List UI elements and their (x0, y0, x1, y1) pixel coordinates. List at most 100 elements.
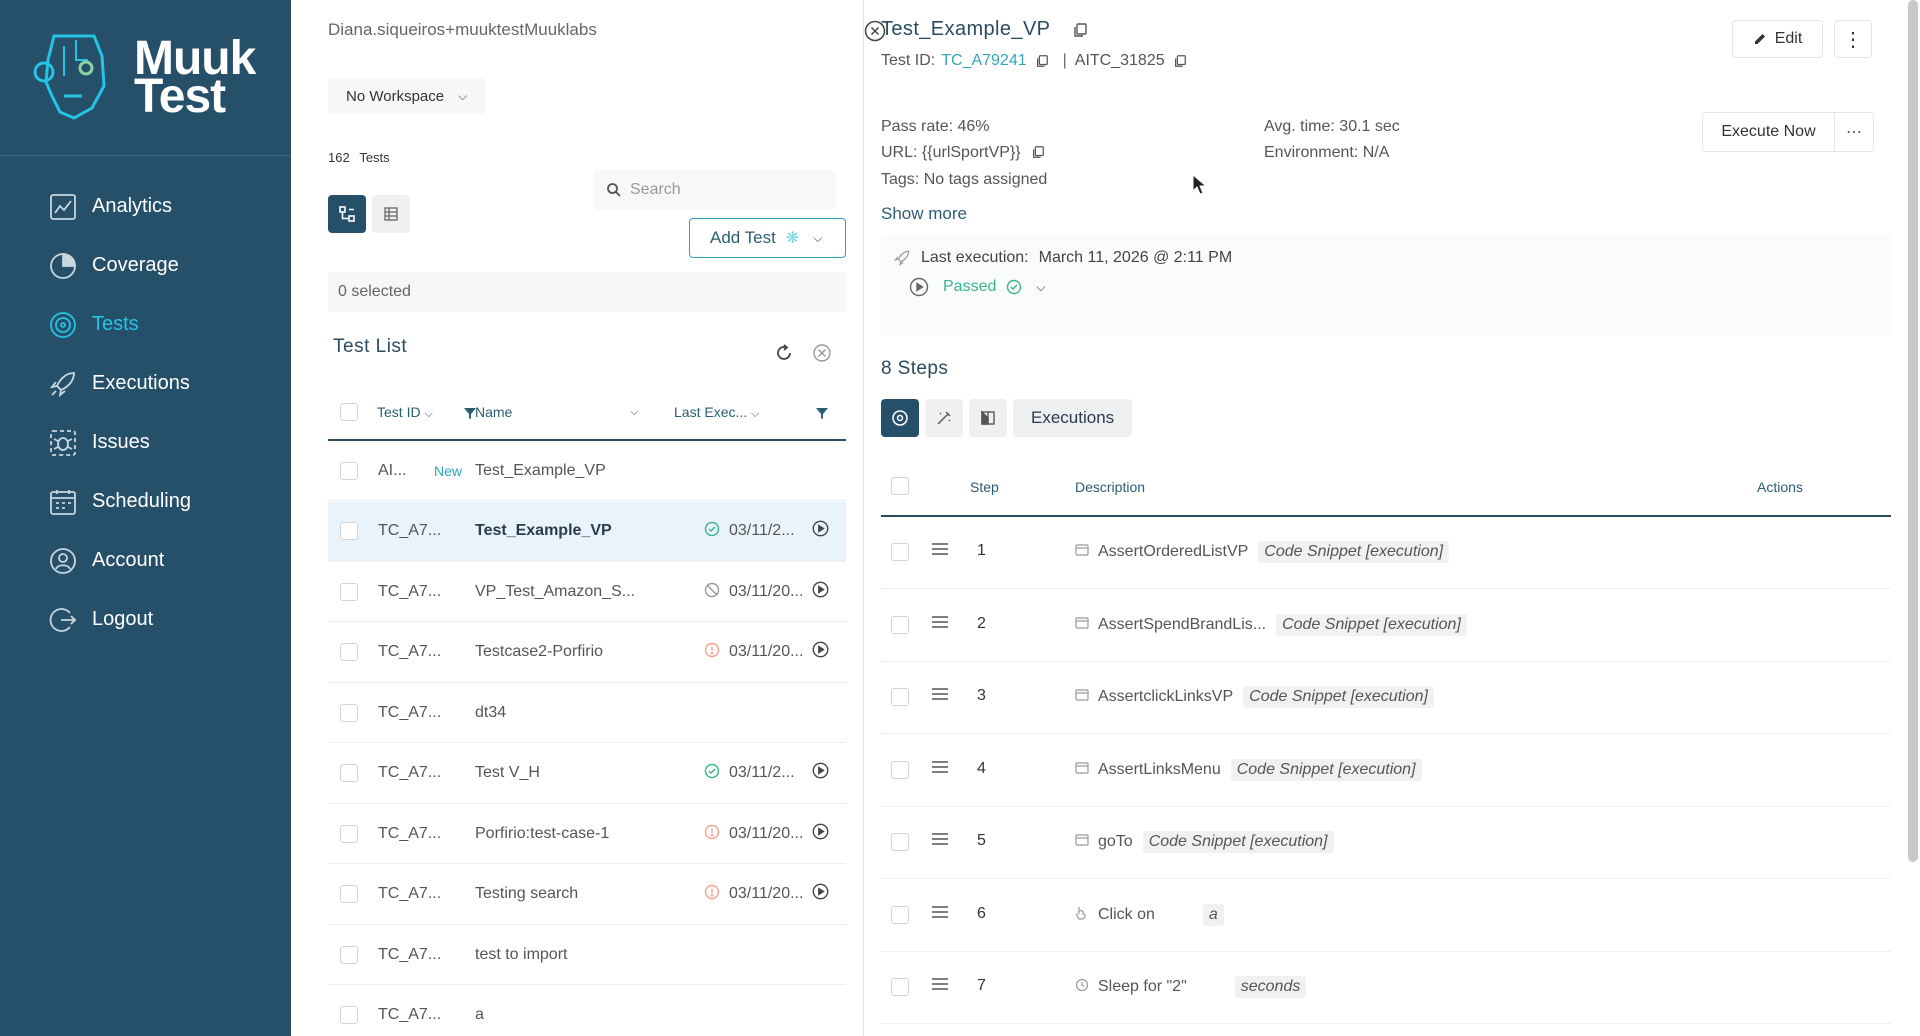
clear-filter-icon[interactable] (812, 343, 832, 363)
table-row[interactable]: TC_A7... test to import (328, 925, 846, 985)
step-row[interactable]: 4 AssertLinksMenu Code Snippet [execution] (881, 735, 1891, 807)
row-checkbox[interactable] (340, 1006, 358, 1024)
row-checkbox[interactable] (340, 582, 358, 601)
selected-count: 0 selected (338, 283, 411, 300)
play-icon[interactable] (812, 762, 829, 784)
copy-icon[interactable] (1031, 145, 1045, 159)
table-row[interactable]: TC_A7... Test V_H 03/11/2... (328, 744, 846, 804)
pencil-icon (1754, 34, 1765, 44)
coverage-icon (50, 252, 76, 279)
environment: Environment: N/A (1264, 144, 1390, 161)
steps-view-tabs: Executions (881, 399, 1133, 437)
row-checkbox[interactable] (340, 824, 358, 843)
steps-title: 8 Steps (881, 358, 949, 379)
edit-button[interactable]: Edit (1732, 20, 1823, 58)
drag-handle-icon[interactable] (931, 542, 949, 561)
chevron-down-icon[interactable]: ⌵ (630, 406, 638, 419)
step-row[interactable]: 2 AssertSpendBrandLis... Code Snippet [exe… (881, 590, 1891, 662)
col-last-exec[interactable]: Last Exec... ⌵ (674, 404, 759, 421)
table-row[interactable]: TC_A7... Test_Example_VP 03/11/2... (328, 501, 846, 562)
step-checkbox[interactable] (891, 688, 909, 706)
step-description: AssertSpendBrandLis... Code Snippet [exec… (1098, 613, 1467, 636)
table-row[interactable]: TC_A7... Testing search 03/11/20... (328, 865, 846, 925)
step-row[interactable]: 6 Click on a (881, 880, 1891, 952)
nav-item-logout[interactable]: Logout (0, 590, 291, 649)
executions-tab[interactable]: Executions (1013, 399, 1133, 437)
show-more-link[interactable]: Show more (881, 204, 967, 224)
table-row[interactable]: TC_A7... Porfirio:test-case-1 03/11/20... (328, 804, 846, 864)
step-checkbox[interactable] (891, 905, 909, 924)
step-checkbox[interactable] (891, 615, 909, 634)
step-row[interactable]: 3 AssertclickLinksVP Code Snippet [executi… (881, 662, 1891, 734)
search-input[interactable] (630, 181, 820, 199)
step-row[interactable]: 7 Sleep for "2" seconds (881, 952, 1891, 1024)
screenshot-tab[interactable] (969, 399, 1007, 437)
row-checkbox[interactable] (340, 885, 358, 903)
drag-handle-icon[interactable] (931, 832, 949, 851)
table-row[interactable]: TC_A7... a (328, 986, 846, 1036)
table-view-button[interactable] (372, 195, 410, 233)
drag-handle-icon[interactable] (931, 905, 949, 924)
table-row[interactable]: TC_A7... dt34 (328, 683, 846, 743)
table-row[interactable]: TC_A7... VP_Test_Amazon_S... 03/11/20... (328, 562, 846, 622)
col-name[interactable]: Name (475, 404, 512, 420)
drag-handle-icon[interactable] (931, 977, 949, 996)
nav-item-executions[interactable]: Executions (0, 354, 291, 413)
select-all-checkbox[interactable] (340, 403, 358, 421)
logo[interactable]: Muuk Test (0, 0, 291, 156)
row-checkbox[interactable] (340, 461, 358, 480)
play-icon[interactable] (812, 823, 829, 845)
tree-view-button[interactable] (328, 195, 366, 233)
nav-item-scheduling[interactable]: Scheduling (0, 472, 291, 531)
add-test-button[interactable]: Add Test ❋ ⌵ (689, 218, 846, 258)
bug-icon (50, 429, 76, 456)
play-icon[interactable] (812, 883, 829, 905)
steps-table-header: Step Description Actions (881, 463, 1891, 517)
step-checkbox[interactable] (891, 760, 909, 779)
view-toggle (328, 195, 410, 233)
filter-icon[interactable] (815, 406, 829, 420)
row-checkbox[interactable] (340, 522, 358, 540)
execute-now-button[interactable]: Execute Now (1702, 112, 1834, 152)
step-row[interactable]: 5 goTo Code Snippet [execution] (881, 807, 1891, 879)
play-icon[interactable] (812, 520, 829, 542)
copy-icon[interactable] (1035, 54, 1049, 68)
execution-status[interactable]: Passed ⌵ (909, 277, 1045, 297)
edit-steps-tab[interactable] (925, 399, 963, 437)
drag-handle-icon[interactable] (931, 615, 949, 634)
execute-options-button[interactable]: ⋯ (1834, 112, 1874, 152)
step-checkbox[interactable] (891, 543, 909, 561)
play-icon[interactable] (812, 641, 829, 663)
row-checkbox[interactable] (340, 643, 358, 661)
drag-handle-icon[interactable] (931, 687, 949, 706)
step-checkbox[interactable] (891, 833, 909, 851)
nav-item-tests[interactable]: Tests (0, 295, 291, 354)
steps-tab[interactable] (881, 399, 919, 437)
copy-icon[interactable] (1072, 22, 1088, 38)
step-row[interactable]: 1 AssertOrderedListVP Code Snippet [execut… (881, 517, 1891, 589)
row-checkbox[interactable] (340, 764, 358, 782)
more-options-button[interactable]: ⋮ (1834, 20, 1872, 58)
step-checkbox[interactable] (891, 978, 909, 996)
drag-handle-icon[interactable] (931, 760, 949, 779)
chevron-down-icon[interactable]: ⌵ (1036, 280, 1045, 295)
test-id-link[interactable]: TC_A79241 (941, 52, 1026, 70)
step-description: goTo Code Snippet [execution] (1098, 831, 1334, 853)
play-icon[interactable] (812, 581, 829, 603)
nav-item-account[interactable]: Account (0, 531, 291, 590)
col-test-id[interactable]: Test ID ⌵ (377, 404, 433, 421)
nav-item-coverage[interactable]: Coverage (0, 236, 291, 295)
select-all-steps-checkbox[interactable] (891, 477, 909, 495)
nav-item-analytics[interactable]: Analytics (0, 177, 291, 236)
row-checkbox[interactable] (340, 703, 358, 722)
nav-item-issues[interactable]: Issues (0, 413, 291, 472)
workspace-dropdown[interactable]: No Workspace ⌵ (328, 78, 486, 114)
copy-icon[interactable] (1173, 54, 1187, 68)
table-row[interactable]: TC_A7... Testcase2-Porfirio 03/11/20... (328, 623, 846, 683)
scrollbar[interactable] (1908, 0, 1918, 862)
row-checkbox[interactable] (340, 945, 358, 964)
step-number: 6 (977, 904, 986, 922)
table-row[interactable]: AI... New Test_Example_VP (328, 441, 846, 501)
refresh-icon[interactable] (774, 343, 794, 363)
book-icon (981, 410, 995, 425)
